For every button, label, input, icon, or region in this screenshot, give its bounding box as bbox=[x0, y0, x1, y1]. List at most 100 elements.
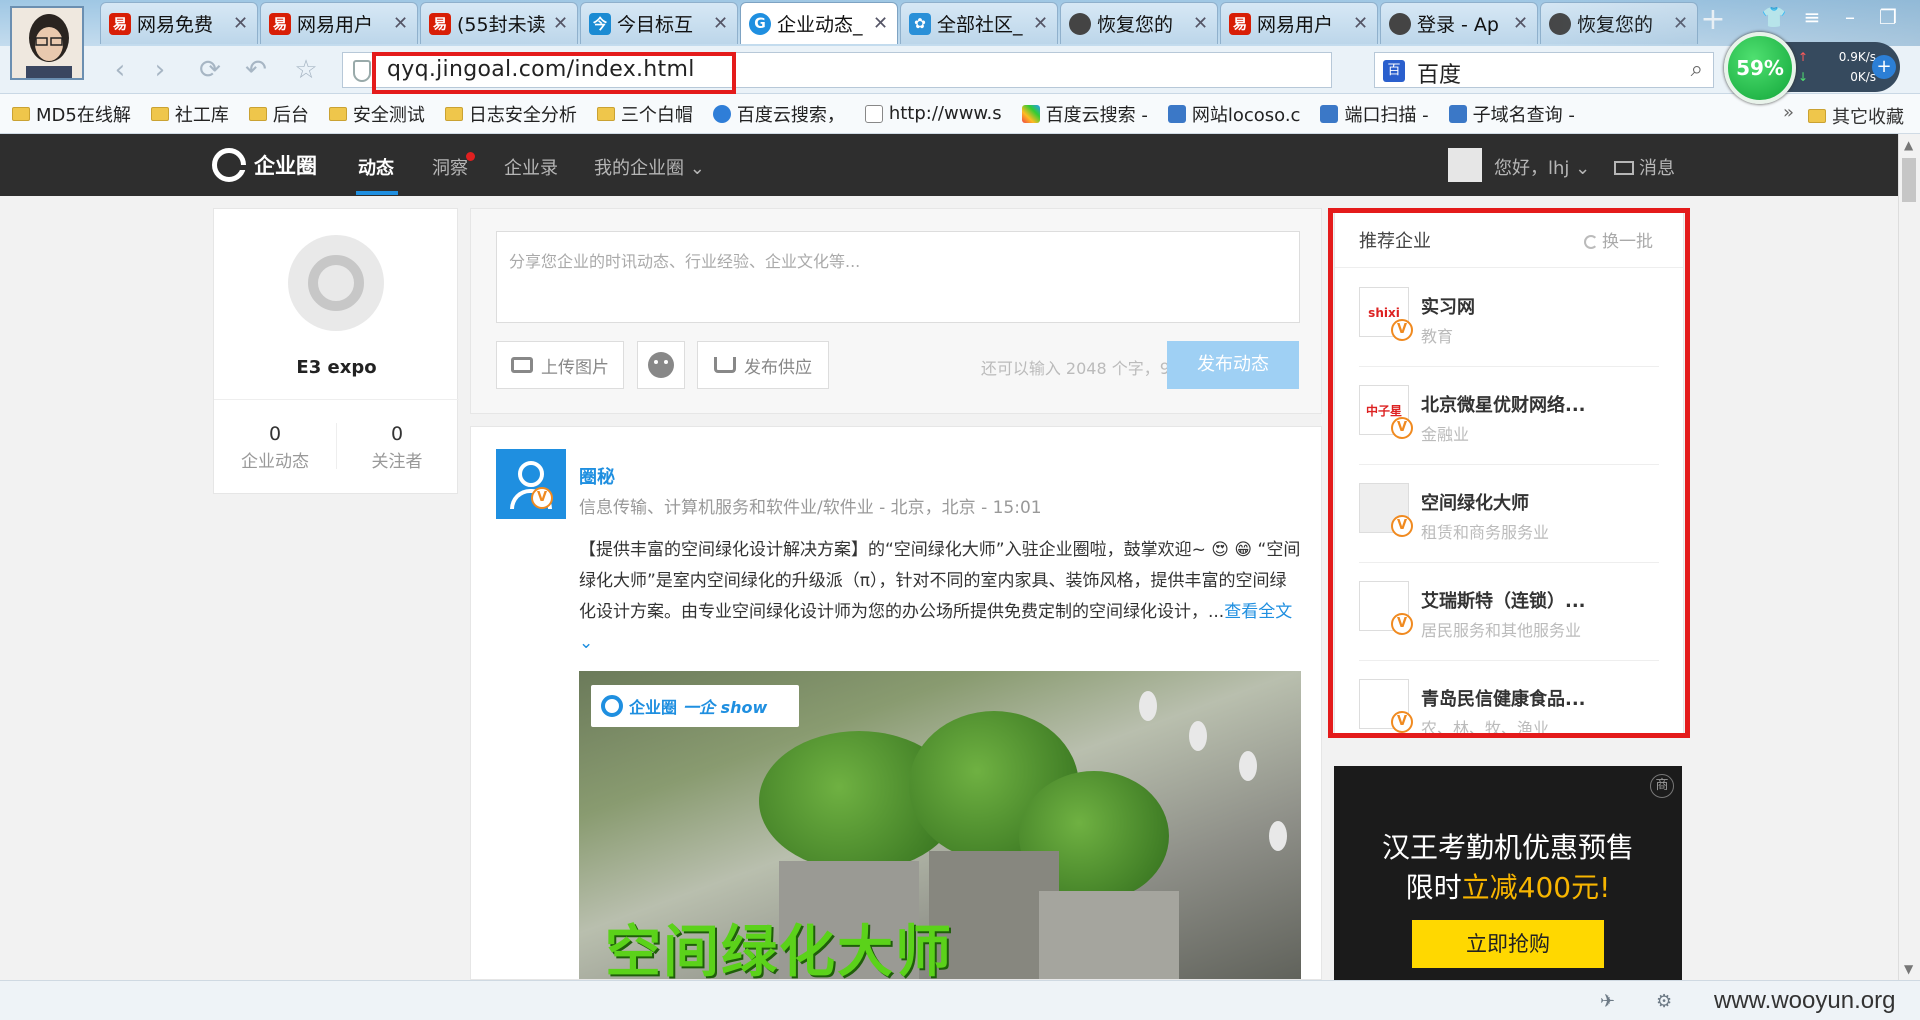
bookmark-item[interactable]: http://www.s bbox=[864, 101, 1002, 127]
apple-icon bbox=[1069, 12, 1091, 35]
other-bookmarks[interactable]: 其它收藏 bbox=[1808, 103, 1904, 129]
company-name[interactable]: E3 expo bbox=[214, 357, 459, 378]
close-icon[interactable]: ✕ bbox=[1513, 13, 1529, 34]
speed-ball[interactable]: 59% bbox=[1724, 32, 1796, 104]
plus-icon[interactable]: + bbox=[1872, 55, 1896, 79]
tab-9[interactable]: 恢复您的 ✕ bbox=[1540, 2, 1698, 44]
nav-my-circle[interactable]: 我的企业圈 ⌄ bbox=[594, 154, 705, 180]
emoji-icon bbox=[648, 352, 674, 378]
toutiao-icon: 今 bbox=[589, 12, 611, 35]
bookmark-item[interactable]: 端口扫描 - bbox=[1320, 101, 1429, 127]
close-icon[interactable]: ✕ bbox=[873, 13, 889, 34]
company-logo-icon[interactable] bbox=[288, 235, 384, 331]
page-scrollbar[interactable]: ▲ ▼ bbox=[1898, 134, 1920, 980]
followers-count: 0 bbox=[390, 423, 404, 445]
undo-close-button[interactable]: ↶ bbox=[240, 54, 272, 86]
site-favicon-icon bbox=[1167, 104, 1186, 123]
nav-dynamic[interactable]: 动态 bbox=[358, 154, 394, 180]
favorites-button[interactable]: ☆ bbox=[290, 54, 322, 86]
publish-post-button[interactable]: 发布动态 bbox=[1167, 341, 1299, 389]
back-button[interactable]: ‹ bbox=[104, 54, 136, 86]
post-input[interactable]: 分享您企业的时讯动态、行业经验、企业文化等... bbox=[496, 231, 1300, 323]
post-composer: 分享您企业的时讯动态、行业经验、企业文化等... 上传图片 发布供应 还可以输入… bbox=[470, 208, 1322, 414]
bookmark-item[interactable]: 社工库 bbox=[150, 101, 229, 127]
avatar[interactable] bbox=[1448, 148, 1482, 182]
search-box[interactable]: 百 百度 ⌕ bbox=[1374, 52, 1714, 88]
upload-image-button[interactable]: 上传图片 bbox=[496, 341, 624, 389]
close-icon[interactable]: ✕ bbox=[1673, 13, 1689, 34]
bookmark-item[interactable]: 百度云搜索， bbox=[712, 101, 845, 127]
bookmark-item[interactable]: 子域名查询 - bbox=[1448, 101, 1575, 127]
bookmark-label: 后台 bbox=[272, 104, 309, 126]
apple-icon bbox=[1389, 12, 1411, 35]
feed-image[interactable]: 企业圈 一企 show 空间绿化大师 bbox=[579, 671, 1301, 979]
feed-author[interactable]: 圈秘 bbox=[579, 463, 615, 489]
bookmark-label: 端口扫描 - bbox=[1344, 104, 1429, 126]
bookmark-item[interactable]: 安全测试 bbox=[328, 101, 425, 127]
scroll-up-arrow[interactable]: ▲ bbox=[1904, 138, 1913, 152]
publish-supply-button[interactable]: 发布供应 bbox=[697, 341, 829, 389]
decor-hole bbox=[1139, 691, 1157, 721]
scroll-down-arrow[interactable]: ▼ bbox=[1904, 962, 1913, 976]
tab-0[interactable]: 易网易免费 ✕ bbox=[100, 2, 258, 44]
skin-icon[interactable]: 👕 bbox=[1760, 4, 1788, 30]
tab-2[interactable]: 易 (55封未读 ✕ bbox=[420, 2, 578, 44]
minimize-button[interactable]: – bbox=[1836, 4, 1864, 30]
close-icon[interactable]: ✕ bbox=[1353, 13, 1369, 34]
company-profile-card: E3 expo 0 企业动态 0 关注者 bbox=[213, 208, 459, 494]
close-icon[interactable]: ✕ bbox=[393, 13, 409, 34]
nav-insight[interactable]: 洞察 bbox=[432, 154, 468, 180]
reload-button[interactable]: ⟳ bbox=[194, 54, 226, 86]
stat-followers[interactable]: 0 关注者 bbox=[336, 423, 458, 472]
bookmark-item[interactable]: 日志安全分析 bbox=[444, 101, 577, 127]
tab-6[interactable]: 恢复您的 ✕ bbox=[1060, 2, 1218, 44]
site-logo[interactable]: 企业圈 bbox=[212, 148, 317, 182]
bookmark-item[interactable]: MD5在线解 bbox=[12, 101, 131, 127]
close-icon[interactable]: ✕ bbox=[553, 13, 569, 34]
stat-posts[interactable]: 0 企业动态 bbox=[214, 423, 336, 472]
speedup-icon[interactable]: ⚙ bbox=[1656, 991, 1676, 1012]
ad-buy-button[interactable]: 立即抢购 bbox=[1412, 920, 1604, 968]
menu-icon[interactable]: ≡ bbox=[1798, 4, 1826, 30]
bookmarks-overflow-button[interactable]: » bbox=[1783, 102, 1794, 123]
nav-directory[interactable]: 企业录 bbox=[504, 154, 558, 180]
bookmark-item[interactable]: 网站locoso.c bbox=[1167, 101, 1300, 127]
close-icon[interactable]: ✕ bbox=[233, 13, 249, 34]
user-profile-avatar[interactable] bbox=[10, 6, 84, 80]
bookmark-item[interactable]: 后台 bbox=[248, 101, 309, 127]
site-favicon-icon bbox=[1320, 104, 1339, 123]
maximize-button[interactable]: ❐ bbox=[1874, 4, 1902, 30]
tab-list: 易网易免费 ✕ 易网易用户 ✕ 易 (55封未读 ✕ 今今目标互 ✕ G 企业动态_ ✕ ✿ 全部社区_ ✕… bbox=[100, 2, 1700, 44]
security-shield-icon bbox=[353, 60, 371, 82]
close-icon[interactable]: ✕ bbox=[713, 13, 729, 34]
tab-label: 恢复您的 bbox=[1577, 14, 1654, 36]
close-icon[interactable]: ✕ bbox=[1193, 13, 1209, 34]
scroll-thumb[interactable] bbox=[1902, 158, 1916, 202]
bookmark-label: MD5在线解 bbox=[36, 104, 131, 126]
tab-3[interactable]: 今今目标互 ✕ bbox=[580, 2, 738, 44]
navigation-toolbar: ‹ › ⟳ ↶ ☆ qyq.jingoal.com/index.html ϟ ☆… bbox=[0, 46, 1920, 94]
tab-7[interactable]: 易网易用户 ✕ bbox=[1220, 2, 1378, 44]
forward-button[interactable]: › bbox=[144, 54, 176, 86]
close-icon[interactable]: ✕ bbox=[1033, 13, 1049, 34]
messages-link[interactable]: 消息 bbox=[1614, 154, 1675, 180]
advertisement[interactable]: 商 汉王考勤机优惠预售 限时立减400元! 立即抢购 bbox=[1334, 766, 1682, 980]
close-window-button[interactable]: ✕ bbox=[1912, 4, 1920, 30]
new-tab-button[interactable]: + bbox=[1698, 5, 1728, 36]
pin-icon[interactable]: ✈ bbox=[1600, 991, 1620, 1012]
netease-icon: 易 bbox=[269, 12, 291, 35]
tab-8[interactable]: 登录 - Ap ✕ bbox=[1380, 2, 1538, 44]
search-icon[interactable]: ⌕ bbox=[1691, 57, 1703, 82]
user-greeting-menu[interactable]: 您好，lhj ⌄ bbox=[1494, 154, 1590, 180]
bookmark-item[interactable]: 三个白帽 bbox=[596, 101, 693, 127]
tab-5[interactable]: ✿ 全部社区_ ✕ bbox=[900, 2, 1058, 44]
netease-icon: 易 bbox=[429, 12, 451, 35]
bookmark-item[interactable]: 百度云搜索 - bbox=[1021, 101, 1148, 127]
netease-icon: 易 bbox=[1229, 12, 1251, 35]
camera-icon bbox=[511, 357, 533, 373]
author-avatar[interactable] bbox=[496, 449, 566, 519]
tab-4[interactable]: G 企业动态_ ✕ bbox=[740, 2, 898, 44]
emoji-button[interactable] bbox=[637, 341, 685, 389]
jingoal-logo-icon bbox=[601, 695, 623, 717]
tab-1[interactable]: 易网易用户 ✕ bbox=[260, 2, 418, 44]
